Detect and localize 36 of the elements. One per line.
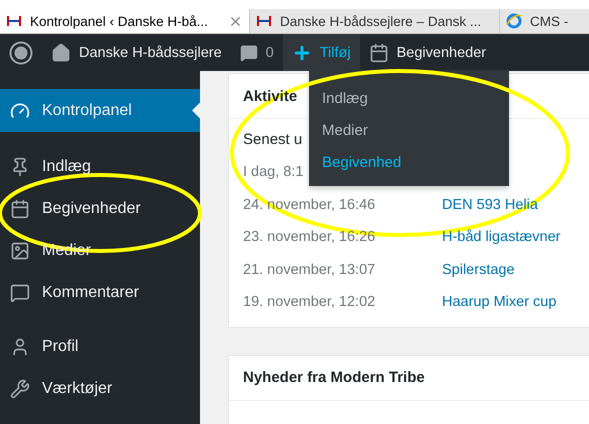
menu-item[interactable]: Medier: [309, 114, 509, 146]
home-icon: [51, 42, 71, 62]
wrench-icon: [10, 379, 30, 399]
post-date: I dag, 8:1: [243, 164, 304, 180]
add-new-menu[interactable]: Tilføj: [282, 34, 360, 71]
section-heading: Senest u: [243, 131, 302, 148]
browser-tab[interactable]: Kontrolpanel ‹ Danske H-bå...: [0, 9, 250, 33]
sidebar-item[interactable]: Kontrolpanel: [0, 89, 200, 132]
comment-icon: [10, 283, 30, 303]
post-date: 23. november, 16:26: [243, 229, 376, 246]
site-name-link[interactable]: Danske H-bådssejlere: [42, 34, 231, 71]
events-link[interactable]: Begivenheder: [360, 34, 496, 71]
calendar-icon: [10, 199, 30, 219]
sidebar-item[interactable]: Begivenheder: [0, 188, 200, 230]
sidebar-item[interactable]: Indlæg: [0, 146, 200, 188]
plus-icon: [292, 42, 312, 62]
post-date: 21. november, 13:07: [243, 262, 376, 278]
browser-logo-icon: [506, 13, 522, 29]
comment-icon: [240, 44, 258, 62]
menu-item[interactable]: Indlæg: [309, 82, 509, 114]
sidebar-item[interactable]: Kommentarer: [0, 272, 200, 314]
image-icon: [10, 241, 30, 261]
card-title: Nyheder fra Modern Tribe: [243, 369, 425, 386]
sidebar-item[interactable]: Profil: [0, 326, 200, 368]
calendar-icon: [368, 42, 389, 62]
flag-icon: [6, 15, 22, 27]
logo-icon: [9, 40, 33, 64]
sidebar-item[interactable]: Værktøjer: [0, 368, 200, 410]
menu-item[interactable]: Begivenhed: [309, 146, 509, 178]
dashboard-icon: [10, 100, 30, 120]
post-date: 19. november, 12:02: [243, 294, 376, 310]
post-link[interactable]: H-båd ligastævner: [442, 229, 560, 246]
post-link[interactable]: Spilerstage: [442, 262, 515, 278]
post-link[interactable]: Haarup Mixer cup: [442, 294, 556, 310]
comments-link[interactable]: 0: [230, 34, 283, 71]
flag-icon: [256, 15, 272, 27]
